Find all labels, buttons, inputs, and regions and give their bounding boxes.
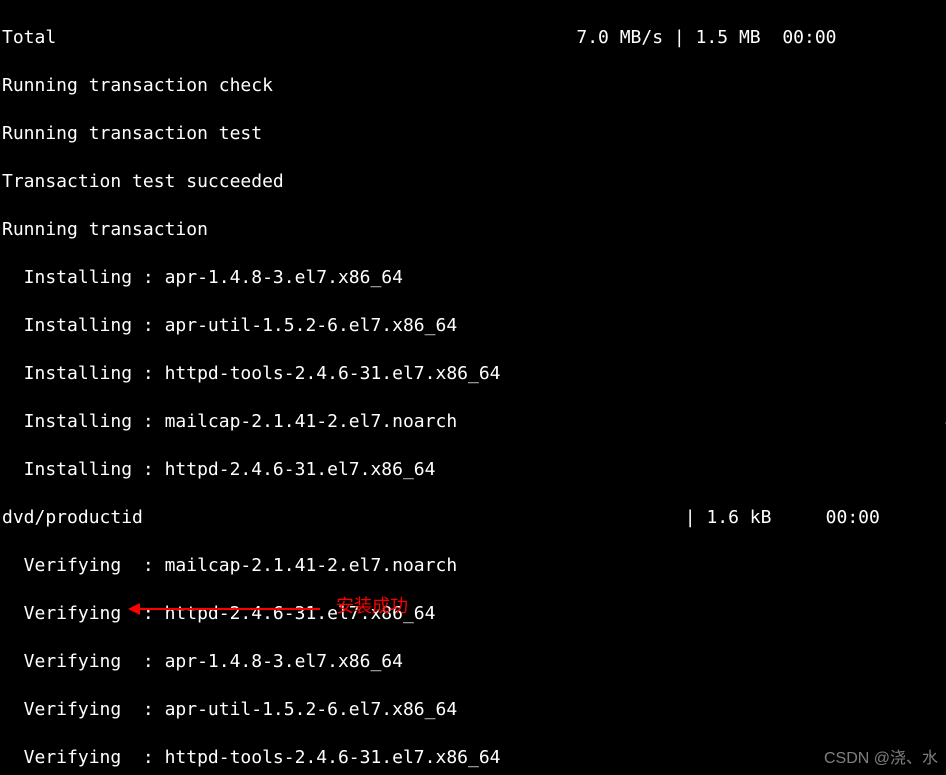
install-pkg: apr-util-1.5.2-6.el7.x86_64 xyxy=(165,315,458,336)
total-label: Total xyxy=(2,27,56,48)
verify-pkg: httpd-2.4.6-31.el7.x86_64 xyxy=(165,603,436,624)
install-pkg: httpd-2.4.6-31.el7.x86_64 xyxy=(165,459,436,480)
productid-size: 1.6 kB xyxy=(706,507,771,528)
install-pkg: apr-1.4.8-3.el7.x86_64 xyxy=(165,267,403,288)
msg-running: Running transaction xyxy=(2,218,946,242)
install-pkg: httpd-tools-2.4.6-31.el7.x86_64 xyxy=(165,363,501,384)
verify-pkg: apr-1.4.8-3.el7.x86_64 xyxy=(165,651,403,672)
productid-label: dvd/productid xyxy=(2,507,143,528)
install-pkg: mailcap-2.1.41-2.el7.noarch xyxy=(165,411,458,432)
verify-pkg: apr-util-1.5.2-6.el7.x86_64 xyxy=(165,699,458,720)
msg-succeeded: Transaction test succeeded xyxy=(2,170,946,194)
msg-check: Running transaction check xyxy=(2,74,946,98)
verify-pkg: httpd-tools-2.4.6-31.el7.x86_64 xyxy=(165,747,501,768)
verify-pkg: mailcap-2.1.41-2.el7.noarch xyxy=(165,555,458,576)
total-time: 00:00 xyxy=(782,27,836,48)
msg-test: Running transaction test xyxy=(2,122,946,146)
terminal-output: Total 7.0 MB/s | 1.5 MB 00:00 Running tr… xyxy=(0,0,946,775)
total-speed: 7.0 MB/s xyxy=(576,27,663,48)
productid-time: 00:00 xyxy=(826,507,880,528)
total-size: 1.5 MB xyxy=(696,27,761,48)
